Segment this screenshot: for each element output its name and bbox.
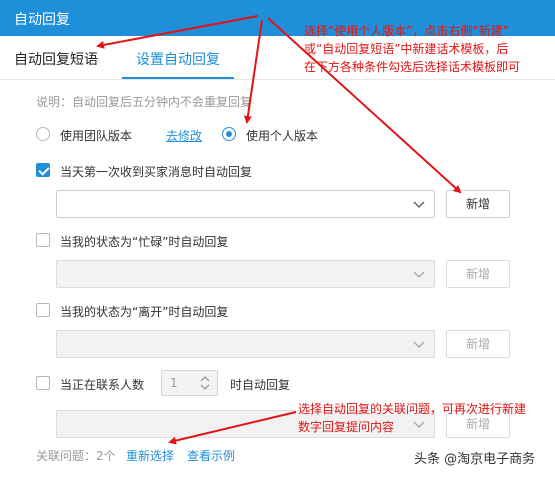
contacts-rule-prefix: 当正在联系人数	[60, 378, 145, 392]
checkbox-first-message[interactable]	[36, 163, 50, 177]
rule-busy-label: 当我的状态为“忙碌”时自动回复	[60, 235, 229, 249]
checkbox-busy[interactable]	[36, 233, 50, 247]
related-questions-label: 关联问题：2个	[36, 449, 116, 463]
contacts-count-stepper[interactable]: 1	[161, 370, 218, 396]
annotation-top-line-1: 选择“使用个人版本”，点击右侧“新建”	[304, 24, 509, 38]
window-title: 自动回复	[14, 12, 70, 28]
team-version-label: 使用团队版本	[60, 129, 133, 143]
contacts-rule-suffix: 时自动回复	[230, 378, 291, 392]
annotation-top-line-2: 或“自动回复短语”中新建话术模板，后	[304, 42, 509, 56]
annotation-bottom-line-2: 数字回复提问内容	[298, 420, 395, 434]
rule-first-message-label: 当天第一次收到买家消息时自动回复	[60, 165, 253, 179]
annotation-top: 选择“使用个人版本”，点击右侧“新建” 或“自动回复短语”中新建话术模板，后 在…	[304, 22, 552, 76]
add-button-busy[interactable]: 新增	[446, 260, 510, 288]
template-select-first-message[interactable]	[56, 190, 435, 218]
contacts-count-value: 1	[170, 376, 178, 390]
template-select-busy[interactable]	[56, 260, 435, 288]
chevron-down-icon	[413, 341, 425, 349]
radio-personal-version[interactable]	[222, 127, 236, 141]
watermark: 头条 @淘京电子商务	[414, 452, 536, 467]
tab-auto-reply-settings[interactable]: 设置自动回复	[136, 49, 220, 69]
chevron-down-icon	[413, 271, 425, 279]
stepper-arrows-icon[interactable]	[199, 374, 211, 392]
annotation-top-line-3: 在下方各种条件勾选后选择话术模板即可	[304, 60, 521, 74]
tab-auto-reply-phrases[interactable]: 自动回复短语	[14, 49, 98, 69]
modify-link[interactable]: 去修改	[166, 127, 202, 144]
annotation-bottom: 选择自动回复的关联问题，可再次进行新建 数字回复提问内容	[298, 400, 550, 436]
template-select-away[interactable]	[56, 330, 435, 358]
rule-away-label: 当我的状态为“离开”时自动回复	[60, 305, 229, 319]
view-example-link[interactable]: 查看示例	[187, 447, 235, 464]
active-tab-indicator	[122, 77, 234, 79]
info-note: 说明：自动回复后五分钟内不会重复回复	[36, 95, 253, 109]
checkbox-away[interactable]	[36, 303, 50, 317]
add-button-away[interactable]: 新增	[446, 330, 510, 358]
add-button-first-message[interactable]: 新增	[446, 190, 510, 218]
radio-team-version[interactable]	[36, 127, 50, 141]
personal-version-label: 使用个人版本	[246, 129, 319, 143]
annotation-bottom-line-1: 选择自动回复的关联问题，可再次进行新建	[298, 402, 527, 416]
chevron-down-icon	[413, 201, 425, 209]
reselect-link[interactable]: 重新选择	[126, 447, 174, 464]
checkbox-contacts-count[interactable]	[36, 376, 50, 390]
